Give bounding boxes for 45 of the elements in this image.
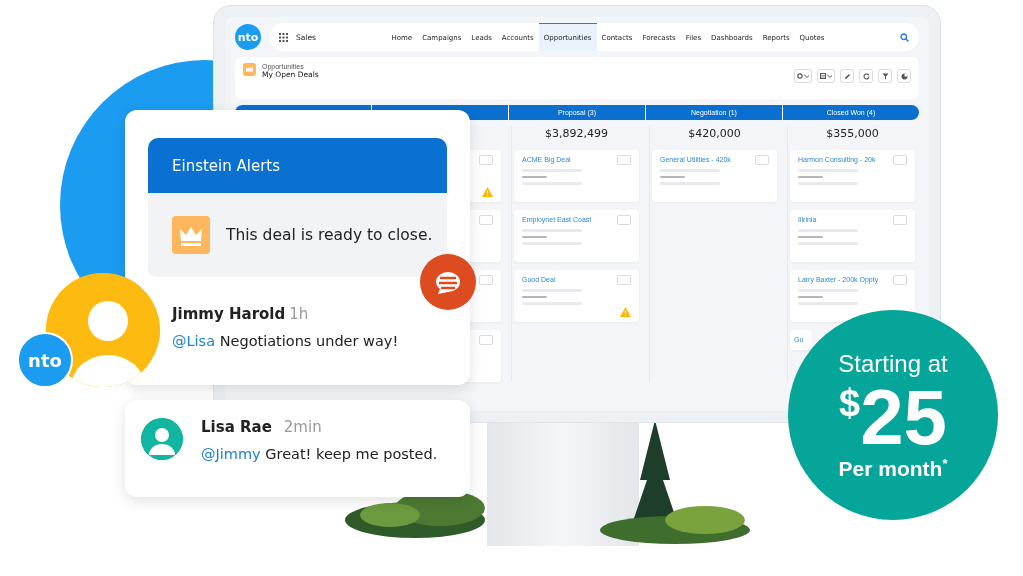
- column-total: $3,892,499: [544, 126, 609, 142]
- app-logo: nto: [235, 24, 261, 50]
- column-total: $355,000: [825, 126, 880, 142]
- price-period: Per month$^{*}$: [838, 455, 948, 481]
- gear-icon: [797, 73, 809, 79]
- offer-intro: Starting at: [838, 349, 948, 378]
- dropdown-button[interactable]: [617, 215, 631, 225]
- refresh-icon: [862, 72, 870, 80]
- dropdown-button[interactable]: [893, 215, 907, 225]
- alert-message: This deal is ready to close.: [226, 226, 433, 244]
- edit-button[interactable]: [840, 69, 854, 83]
- avatar-silhouette: [141, 418, 183, 460]
- price-amount: 25: [860, 377, 947, 456]
- dropdown-button[interactable]: [893, 275, 907, 285]
- dropdown-button[interactable]: [479, 275, 493, 285]
- dropdown-button[interactable]: [755, 155, 769, 165]
- dropdown-button[interactable]: [479, 155, 493, 165]
- dropdown-button[interactable]: [617, 155, 631, 165]
- brand-badge: nto: [17, 332, 73, 388]
- dropdown-button[interactable]: [893, 155, 907, 165]
- dropdown-button[interactable]: [617, 275, 631, 285]
- dropdown-button[interactable]: [479, 335, 493, 345]
- chart-button[interactable]: [897, 69, 911, 83]
- comment-text: @Jimmy Great! keep me posted.: [201, 446, 438, 462]
- app-launcher-icon[interactable]: [279, 32, 288, 42]
- crown-icon: [172, 216, 210, 254]
- pie-chart-icon: [900, 72, 908, 80]
- comment-author: Lisa Rae: [201, 418, 272, 436]
- comment-author: Jimmy Harold: [172, 305, 286, 323]
- settings-button[interactable]: [794, 69, 812, 83]
- pencil-icon: [843, 72, 851, 80]
- comment-time: 1h: [289, 305, 309, 323]
- alert-title: Einstein Alerts: [148, 138, 447, 193]
- refresh-button[interactable]: [859, 69, 873, 83]
- filter-icon: [881, 72, 889, 80]
- table-view-button[interactable]: [817, 69, 835, 83]
- crown-icon: [243, 63, 256, 76]
- comment-text: @Lisa Negotiations under way!: [172, 333, 400, 349]
- column-total: $420,000: [687, 126, 742, 142]
- currency-sign: $: [839, 383, 861, 422]
- search-icon[interactable]: [900, 32, 909, 42]
- filter-button[interactable]: [878, 69, 892, 83]
- table-icon: [820, 73, 832, 79]
- dropdown-button[interactable]: [479, 215, 493, 225]
- comment-time: 2min: [283, 418, 322, 436]
